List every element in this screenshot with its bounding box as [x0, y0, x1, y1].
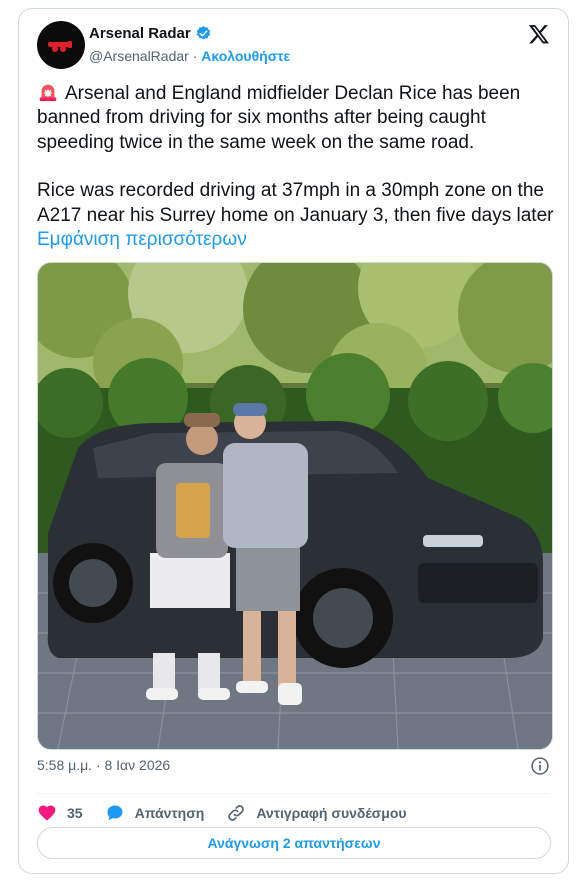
author-name-row[interactable]: Arsenal Radar	[89, 25, 212, 42]
heart-icon	[38, 805, 56, 821]
divider	[37, 793, 550, 794]
like-count: 35	[67, 805, 83, 821]
follow-button[interactable]: Ακολουθήστε	[201, 48, 290, 64]
tweet-paragraph-1-text: Arsenal and England midfielder Declan Ri…	[37, 83, 521, 153]
like-button[interactable]: 35	[37, 803, 83, 823]
copy-link-button[interactable]: Αντιγραφή συνδέσμου	[226, 803, 407, 823]
tweet-paragraph-1: Arsenal and England midfielder Declan Ri…	[37, 81, 557, 155]
tweet-text: Arsenal and England midfielder Declan Ri…	[37, 81, 557, 252]
show-more-link[interactable]: Εμφάνιση περισσότερων	[37, 229, 247, 250]
author-name[interactable]: Arsenal Radar	[89, 25, 191, 42]
x-logo-icon[interactable]	[528, 23, 550, 45]
tweet-paragraph-2-text: Rice was recorded driving at 37mph in a …	[37, 180, 554, 226]
action-bar: 35 Απάντηση Αντιγραφή συνδέσμου	[37, 797, 429, 829]
avatar[interactable]	[37, 21, 85, 69]
info-icon[interactable]	[530, 756, 550, 776]
separator-dot: ·	[192, 48, 198, 64]
reply-button[interactable]: Απάντηση	[105, 803, 205, 823]
read-replies-button[interactable]: Ανάγνωση 2 απαντήσεων	[37, 827, 551, 859]
siren-icon	[39, 84, 57, 102]
author-handle[interactable]: @ArsenalRadar	[89, 48, 189, 64]
tweet-timestamp[interactable]: 5:58 μ.μ. · 8 Ιαν 2026	[37, 757, 170, 773]
tweet-paragraph-2: Rice was recorded driving at 37mph in a …	[37, 179, 557, 252]
handle-row: @ArsenalRadar · Ακολουθήστε	[89, 48, 290, 64]
tweet-photo[interactable]	[37, 262, 553, 750]
tweet-card: Arsenal Radar @ArsenalRadar · Ακολουθήστ…	[18, 8, 569, 874]
reply-label: Απάντηση	[134, 805, 205, 821]
reply-bubble-icon	[107, 805, 123, 821]
verified-badge-icon	[196, 26, 210, 40]
photo-illustration	[38, 263, 552, 749]
link-icon	[228, 805, 245, 821]
copy-link-label: Αντιγραφή συνδέσμου	[256, 805, 407, 821]
cannon-logo-icon	[48, 41, 72, 52]
